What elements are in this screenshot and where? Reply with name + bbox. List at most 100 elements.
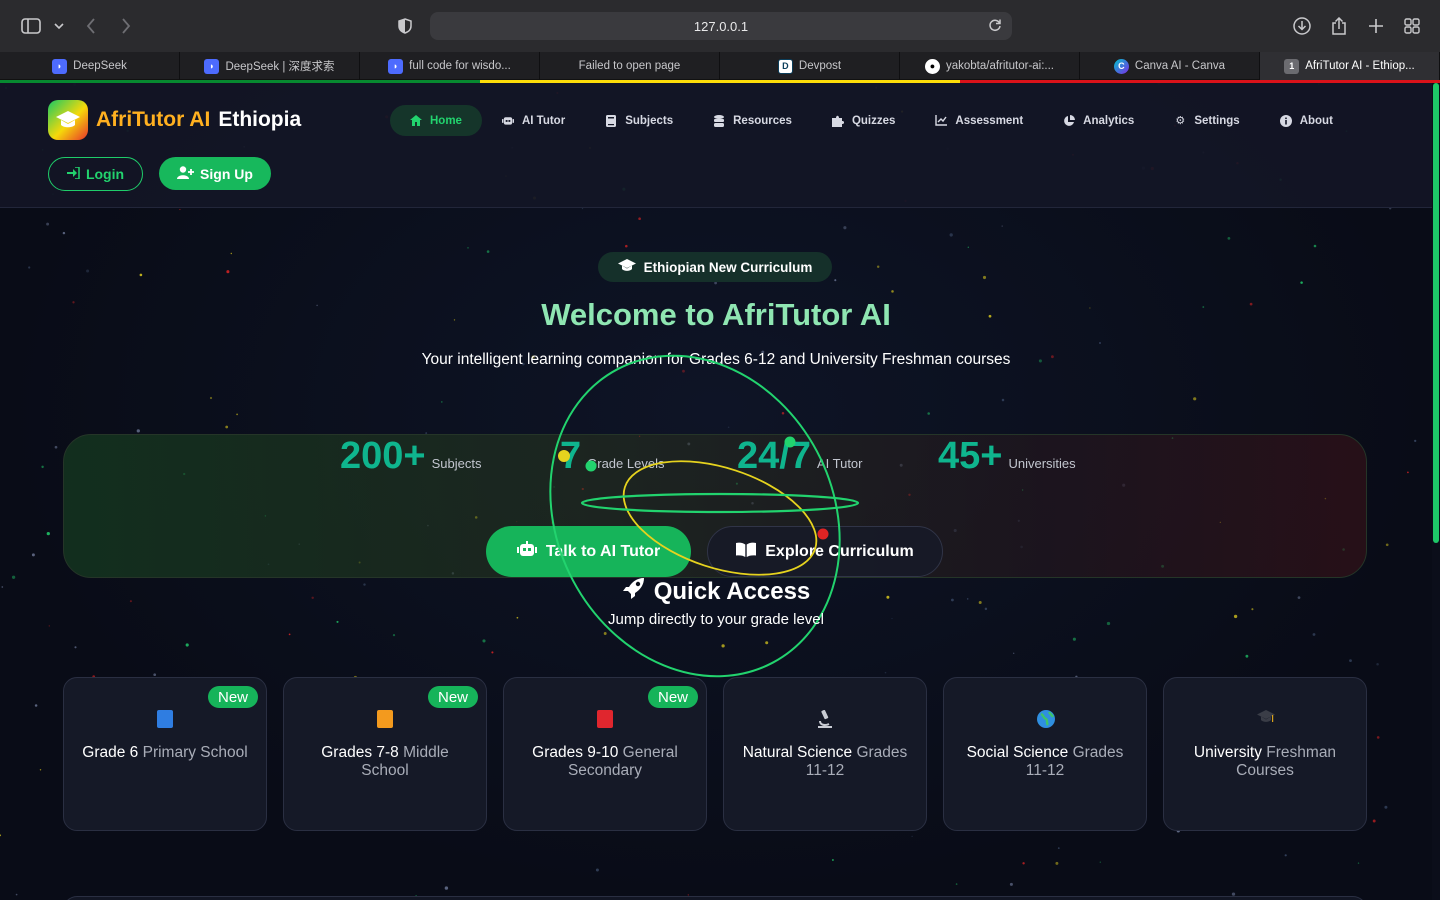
card-title-main: University — [1193, 744, 1262, 761]
sign-up-button[interactable]: Sign Up — [159, 157, 271, 190]
star-dot — [15, 893, 18, 896]
tab-canva[interactable]: C Canva AI - Canva — [1080, 52, 1260, 80]
star-dot — [153, 673, 157, 677]
nav-settings[interactable]: ⚙ Settings — [1154, 105, 1259, 136]
hero-subtitle: Your intelligent learning companion for … — [421, 351, 1011, 368]
privacy-shield-icon[interactable] — [396, 14, 414, 38]
nav-quizzes[interactable]: Quizzes — [812, 105, 915, 136]
site-header: AfriTutor AI Ethiopia Home AI Tutor Subje… — [0, 83, 1432, 208]
star-dot — [1312, 633, 1316, 636]
reload-icon[interactable] — [988, 18, 1002, 35]
new-badge: New — [647, 686, 698, 708]
star-dot — [1245, 654, 1249, 658]
sidebar-toggle-icon[interactable] — [20, 14, 42, 38]
star-dot — [86, 269, 90, 273]
back-icon[interactable] — [84, 14, 98, 38]
explore-button-label: Explore Curriculum — [765, 542, 914, 560]
scrollbar-thumb[interactable] — [1433, 83, 1439, 543]
star-dot — [230, 252, 233, 255]
star-dot — [1009, 882, 1013, 886]
star-dot — [482, 639, 486, 643]
card-university[interactable]: University Freshman Courses — [1163, 677, 1367, 831]
nav-subjects[interactable]: Subjects — [585, 105, 693, 136]
nav-assessment[interactable]: Assessment — [915, 105, 1043, 136]
next-section-card — [63, 896, 1367, 900]
quick-access-title-text: Quick Access — [653, 577, 811, 605]
robot-icon — [516, 541, 537, 562]
nav-label: Resources — [733, 114, 792, 127]
star-dot — [54, 445, 58, 449]
star-dot — [581, 207, 584, 210]
star-dot — [288, 633, 291, 636]
star-dot — [1372, 819, 1376, 823]
card-social-science[interactable]: Social Science Grades 11-12 — [943, 677, 1147, 831]
hero-title: Welcome to AfriTutor AI — [541, 297, 891, 332]
card-title: Grades 7-8 Middle School — [300, 744, 470, 780]
nav-resources[interactable]: Resources — [693, 105, 812, 136]
explore-curriculum-button[interactable]: Explore Curriculum — [707, 526, 943, 577]
star-dot — [467, 247, 469, 249]
star-dot — [682, 369, 685, 373]
tab-overview-icon[interactable] — [1403, 14, 1421, 38]
nav-ai-tutor[interactable]: AI Tutor — [482, 105, 585, 136]
tab-full-code[interactable]: ◗ full code for wisdo... — [360, 52, 540, 80]
star-dot — [46, 222, 50, 226]
stat-value: 7 — [560, 435, 582, 477]
star-dot — [1022, 862, 1025, 865]
address-bar[interactable]: 127.0.0.1 — [430, 12, 1012, 40]
star-dot — [226, 270, 230, 274]
download-icon[interactable] — [1292, 14, 1312, 38]
tab-afritutor[interactable]: 1 AfriTutor AI - Ethiop... — [1260, 52, 1440, 80]
star-dot — [625, 244, 628, 248]
tab-devpost[interactable]: D Devpost — [720, 52, 900, 80]
star-dot — [1251, 608, 1254, 611]
stat-label: Grade Levels — [587, 456, 665, 471]
stat-value: 24/7 — [737, 435, 811, 477]
tab-deepseek-2[interactable]: ◗ DeepSeek | 深度求索 — [180, 52, 360, 80]
stat-value: 45+ — [938, 435, 1003, 477]
tab-deepseek[interactable]: ◗ DeepSeek — [0, 52, 180, 80]
star-dot — [949, 233, 953, 237]
nav-analytics[interactable]: Analytics — [1043, 105, 1154, 136]
forward-icon[interactable] — [119, 14, 133, 38]
star-dot — [967, 246, 969, 248]
talk-to-ai-tutor-button[interactable]: Talk to AI Tutor — [486, 526, 691, 577]
login-button[interactable]: Login — [48, 157, 143, 191]
card-grades-9-10[interactable]: New Grades 9-10 General Secondary — [503, 677, 707, 831]
star-dot — [74, 646, 77, 649]
star-dot — [1376, 736, 1380, 739]
star-dot — [727, 426, 730, 429]
card-grade-6[interactable]: New Grade 6 Primary School — [63, 677, 267, 831]
tab-failed[interactable]: Failed to open page — [540, 52, 720, 80]
new-badge: New — [207, 686, 258, 708]
brand-name-primary: AfriTutor AI — [96, 108, 211, 131]
tab-label: DeepSeek | 深度求索 — [225, 61, 335, 73]
star-dot — [1072, 637, 1076, 641]
chart-line-icon — [935, 115, 948, 127]
star-dot — [603, 632, 607, 635]
star-dot — [34, 704, 38, 707]
card-natural-science[interactable]: Natural Science Grades 11-12 — [723, 677, 927, 831]
login-label: Login — [85, 166, 125, 182]
chevron-down-icon[interactable] — [52, 14, 66, 38]
nav-label: Analytics — [1083, 114, 1135, 127]
card-title: Grade 6 Primary School — [80, 744, 250, 762]
page-scrollbar[interactable] — [1432, 83, 1440, 900]
brand[interactable]: AfriTutor AI Ethiopia — [48, 100, 301, 140]
deepseek-icon: ◗ — [388, 58, 404, 74]
star-dot — [0, 834, 2, 837]
star-dot — [1384, 805, 1388, 809]
share-icon[interactable] — [1330, 14, 1348, 38]
card-grades-7-8[interactable]: New Grades 7-8 Middle School — [283, 677, 487, 831]
star-dot — [31, 553, 35, 557]
new-tab-icon[interactable] — [1367, 14, 1385, 38]
deepseek-icon: ◗ — [52, 58, 68, 74]
stat-subjects: 200+ Subjects — [340, 435, 481, 478]
sign-up-label: Sign Up — [200, 165, 253, 182]
nav-label: About — [1299, 114, 1333, 127]
star-dot — [721, 644, 725, 648]
tab-github[interactable]: ● yakobta/afritutor-ai:... — [900, 52, 1080, 80]
star-dot — [1313, 244, 1317, 248]
nav-about[interactable]: About — [1260, 105, 1353, 136]
nav-home[interactable]: Home — [390, 105, 482, 136]
